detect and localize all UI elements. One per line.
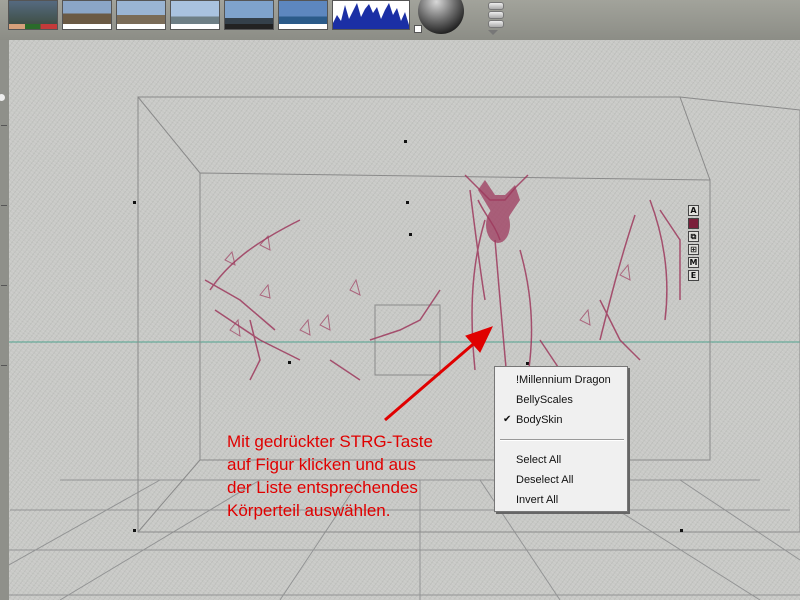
side-icon-a[interactable]: A <box>688 205 699 216</box>
preset-thumb-6[interactable] <box>278 0 328 30</box>
preset-thumb-4[interactable] <box>170 0 220 30</box>
menu-item-deselect-all[interactable]: Deselect All <box>516 474 573 486</box>
annotation-arrow <box>384 326 493 422</box>
side-icon-frame[interactable]: ⊞ <box>688 244 699 255</box>
side-icon-layers[interactable]: ⧉ <box>688 231 699 242</box>
annotation-line-2: auf Figur klicken und aus <box>227 455 416 474</box>
expand-arrow-icon[interactable] <box>488 30 498 35</box>
side-icon-m[interactable]: M <box>688 257 699 268</box>
menu-item-millennium-dragon[interactable]: !Millennium Dragon <box>516 374 611 386</box>
menu-item-bodyskin[interactable]: BodySkin <box>516 414 562 426</box>
histogram-graphic <box>333 3 409 29</box>
left-panel-edge <box>0 40 9 600</box>
small-square <box>414 25 422 33</box>
preset-thumb-3[interactable] <box>116 0 166 30</box>
menu-item-select-all[interactable]: Select All <box>516 454 561 466</box>
annotation-line-3: der Liste entsprechendes <box>227 478 418 497</box>
histogram-thumb[interactable] <box>332 0 410 30</box>
annotation-line-4: Körperteil auswählen. <box>227 501 391 520</box>
menu-separator <box>500 439 624 441</box>
edge-handle[interactable] <box>0 94 5 101</box>
menu-item-invert-all[interactable]: Invert All <box>516 494 558 506</box>
color-swatch-icon[interactable] <box>688 218 699 229</box>
preset-thumb-2[interactable] <box>62 0 112 30</box>
side-icon-e[interactable]: E <box>688 270 699 281</box>
check-mark-icon: ✔ <box>503 414 512 425</box>
preset-thumb-5[interactable] <box>224 0 274 30</box>
context-menu: !Millennium Dragon BellyScales ✔ BodySki… <box>494 366 628 512</box>
menu-item-bellyscales[interactable]: BellyScales <box>516 394 573 406</box>
annotation-text: Mit gedrückter STRG-Taste auf Figur klic… <box>227 430 497 522</box>
toolbar-handle-2[interactable] <box>488 11 504 19</box>
annotation-line-1: Mit gedrückter STRG-Taste <box>227 432 433 451</box>
material-ball-icon[interactable] <box>418 0 464 34</box>
preset-thumb-1[interactable] <box>8 0 58 30</box>
toolbar-handle-3[interactable] <box>488 20 504 28</box>
toolbar-handle-1[interactable] <box>488 2 504 10</box>
toolbar <box>0 0 800 40</box>
